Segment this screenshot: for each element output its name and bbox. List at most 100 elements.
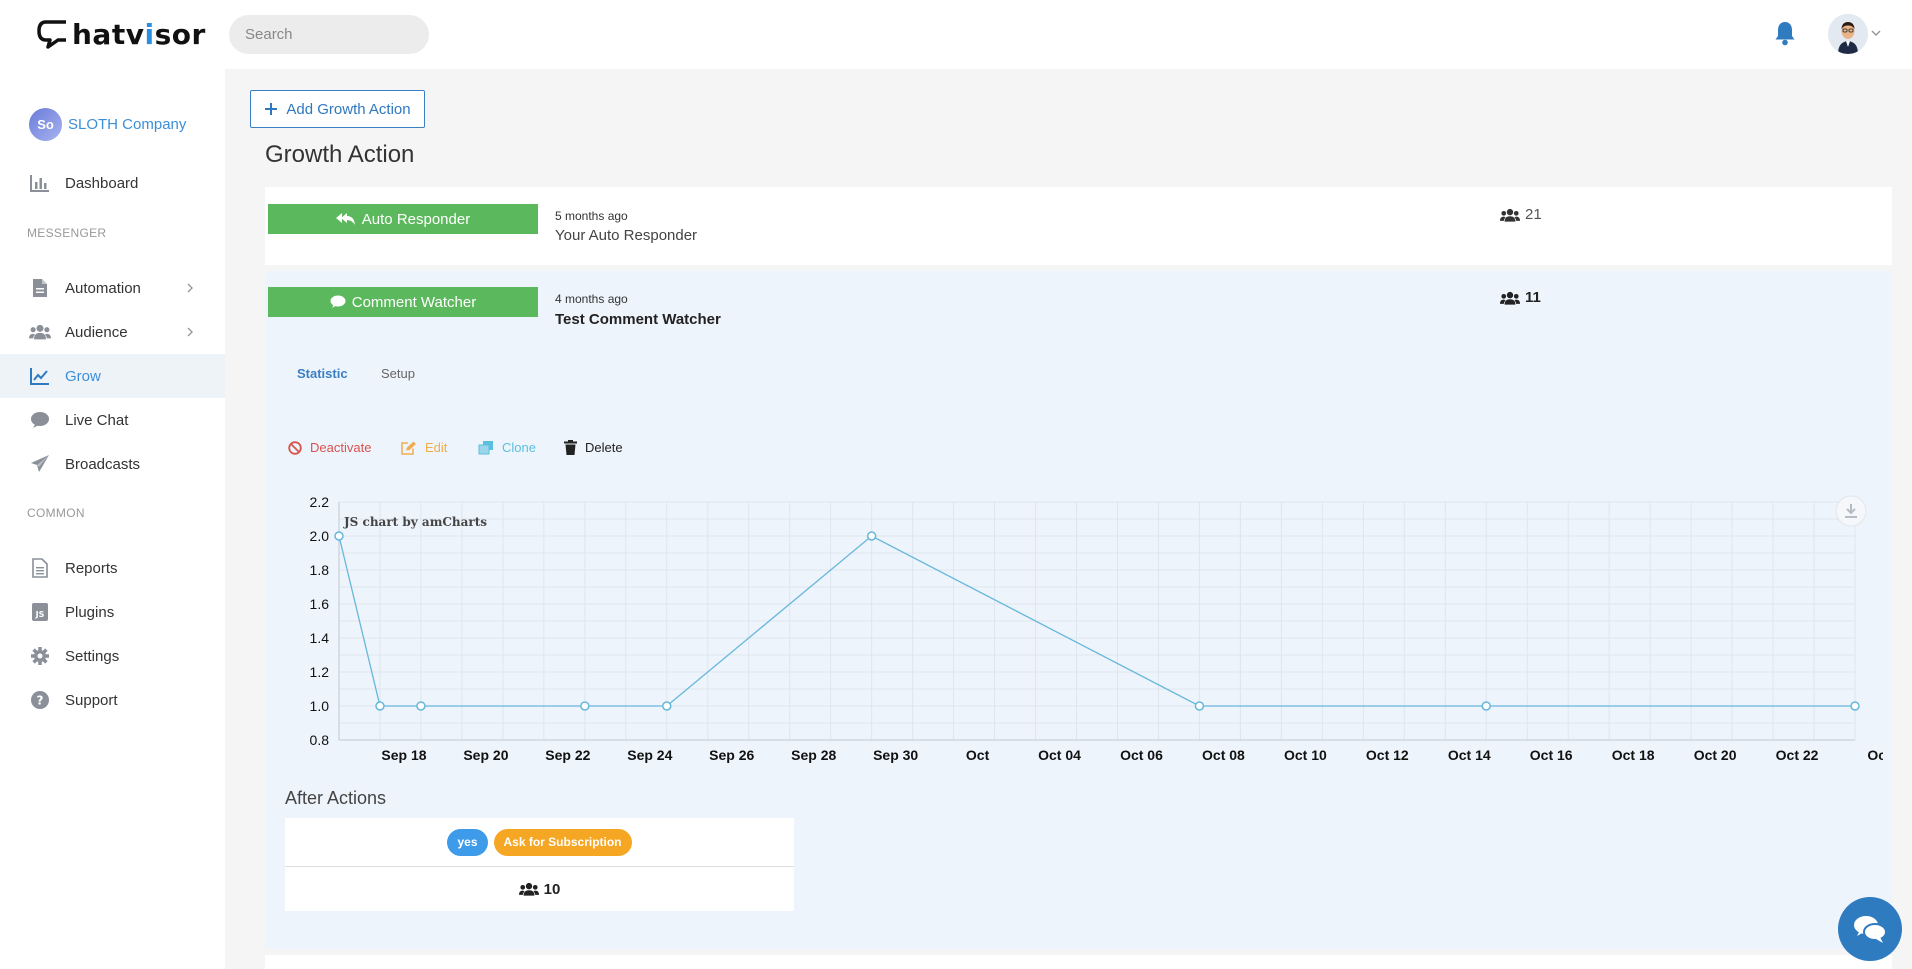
- comment-icon: [330, 295, 346, 308]
- trash-icon: [564, 440, 577, 455]
- avatar-person-icon: [1828, 14, 1868, 54]
- chart-data-point: [334, 531, 344, 541]
- bell-icon[interactable]: [1773, 20, 1797, 46]
- chart-y-tick-label: 2.0: [310, 528, 330, 544]
- search-input[interactable]: [229, 15, 429, 54]
- after-actions-count: 10: [285, 867, 794, 911]
- sidebar-item-label: Plugins: [65, 603, 115, 621]
- comment-watcher-tag-label: Comment Watcher: [351, 293, 477, 311]
- chart-data-point: [1194, 701, 1205, 711]
- time-ago: 5 months ago: [555, 209, 628, 223]
- sidebar-item-broadcasts[interactable]: Broadcasts: [0, 442, 225, 486]
- report-document-icon: [29, 557, 51, 579]
- action-name[interactable]: Test Comment Watcher: [555, 311, 721, 328]
- tab-statistic[interactable]: Statistic: [297, 366, 348, 381]
- auto-responder-tag-label: Auto Responder: [361, 210, 471, 228]
- edit-icon: [401, 441, 416, 455]
- sidebar-item-live-chat[interactable]: Live Chat: [0, 398, 225, 442]
- after-actions-badges: yes Ask for Subscription: [285, 818, 794, 867]
- sidebar-item-automation[interactable]: Automation: [0, 266, 225, 310]
- action-name[interactable]: Your Auto Responder: [555, 227, 697, 244]
- chart-data-point: [866, 531, 877, 541]
- chart-x-tick-label: Sep 28: [791, 747, 836, 763]
- subscriber-count-value: 11: [1525, 289, 1541, 306]
- chart-x-tick-label: Sep 26: [709, 747, 754, 763]
- company-switcher[interactable]: So SLOTH Company: [29, 108, 186, 141]
- sidebar-item-plugins[interactable]: JS Plugins: [0, 590, 225, 634]
- chart-x-tick-label: Oct 16: [1530, 747, 1573, 763]
- chart-y-tick-label: 1.8: [310, 562, 330, 578]
- chart-x-tick-label: Oct 08: [1202, 747, 1245, 763]
- chart-x-tick-label: Oct 22: [1776, 747, 1819, 763]
- auto-responder-tag[interactable]: Auto Responder: [268, 204, 538, 234]
- reply-all-icon: [335, 213, 355, 225]
- plus-icon: [265, 103, 278, 115]
- sidebar-item-audience[interactable]: Audience: [0, 310, 225, 354]
- chart-data-point: [662, 701, 672, 711]
- subscriber-count: 21: [1500, 206, 1542, 223]
- users-icon: [1500, 291, 1520, 305]
- chevron-down-icon[interactable]: [1870, 27, 1882, 39]
- growth-action-row-next[interactable]: [265, 955, 1892, 969]
- chart-x-tick-label: Sep 22: [545, 747, 590, 763]
- chart-y-tick-label: 1.2: [310, 664, 330, 680]
- sidebar-item-grow[interactable]: Grow: [0, 354, 225, 398]
- avatar[interactable]: [1828, 14, 1868, 54]
- chart-x-tick-label: Sep 30: [873, 747, 918, 763]
- sidebar-item-label: Grow: [65, 367, 101, 385]
- sidebar-item-support[interactable]: ? Support: [0, 678, 225, 722]
- badge-yes[interactable]: yes: [447, 828, 488, 856]
- sidebar-item-dashboard[interactable]: Dashboard: [0, 161, 225, 205]
- after-actions-box: yes Ask for Subscription 10: [285, 818, 794, 911]
- chart-x-tick-label: Sep 24: [627, 747, 672, 763]
- chart-y-tick-label: 2.2: [310, 494, 330, 510]
- chart-x-tick-label: Oct 06: [1120, 747, 1163, 763]
- comment-watcher-tag[interactable]: Comment Watcher: [268, 287, 538, 317]
- top-bar: hatvisor: [0, 0, 1912, 69]
- sidebar-item-label: Reports: [65, 559, 118, 577]
- chart-y-tick-label: 0.8: [310, 732, 330, 748]
- chatvisor-logo[interactable]: hatvisor: [36, 12, 206, 56]
- sidebar-item-label: Live Chat: [65, 411, 129, 429]
- sidebar-item-reports[interactable]: Reports: [0, 546, 225, 590]
- chart-x-tick-label: Oct 04: [1038, 747, 1081, 763]
- ban-icon: [288, 440, 302, 455]
- add-growth-action-button[interactable]: Add Growth Action: [250, 90, 425, 128]
- time-ago: 4 months ago: [555, 292, 628, 306]
- section-label-common: COMMON: [27, 506, 85, 520]
- sidebar-item-label: Automation: [65, 279, 141, 297]
- company-logo: So: [29, 108, 62, 141]
- logo-c-icon: [37, 20, 66, 49]
- after-actions-count-value: 10: [543, 880, 561, 898]
- live-chat-button[interactable]: [1838, 897, 1902, 961]
- chart-x-tick-label: Oct 20: [1694, 747, 1737, 763]
- edit-button[interactable]: Edit: [401, 440, 447, 455]
- chat-bubbles-icon: [1854, 916, 1887, 943]
- growth-line-chart: 0.8 1.0 1.2 1.4 1.6 1.8 2.0 2.2 Sep 18 Sep 20 Sep …: [310, 494, 1883, 763]
- chart-watermark: JS chart by amCharts: [343, 515, 487, 529]
- chart-x-tick-label: Oct: [1867, 747, 1883, 763]
- logo-text: hatvisor: [72, 17, 206, 51]
- speech-bubble-icon: [29, 409, 51, 431]
- badge-ask-for-subscription[interactable]: Ask for Subscription: [493, 828, 632, 856]
- chart-x-tick-label: Oct 18: [1612, 747, 1655, 763]
- deactivate-button[interactable]: Deactivate: [288, 440, 371, 455]
- svg-text:?: ?: [37, 694, 44, 708]
- sidebar-item-settings[interactable]: Settings: [0, 634, 225, 678]
- gear-icon: [29, 645, 51, 667]
- sidebar-item-label: Dashboard: [65, 174, 139, 192]
- tab-setup[interactable]: Setup: [381, 366, 415, 381]
- users-icon: [518, 882, 539, 896]
- chart-y-tick-label: 1.6: [310, 596, 330, 612]
- paper-plane-icon: [29, 453, 51, 475]
- bar-chart-icon: [29, 172, 51, 194]
- subscriber-count: 11: [1500, 289, 1541, 306]
- chart-data-point: [416, 701, 426, 711]
- chart-x-tick-label: Oct: [966, 747, 990, 763]
- clone-button[interactable]: Clone: [478, 440, 536, 455]
- delete-button[interactable]: Delete: [564, 440, 623, 455]
- sidebar-item-label: Settings: [65, 647, 120, 665]
- question-circle-icon: ?: [29, 689, 51, 711]
- company-name: SLOTH Company: [68, 116, 187, 133]
- chart-y-tick-label: 1.4: [310, 630, 330, 646]
